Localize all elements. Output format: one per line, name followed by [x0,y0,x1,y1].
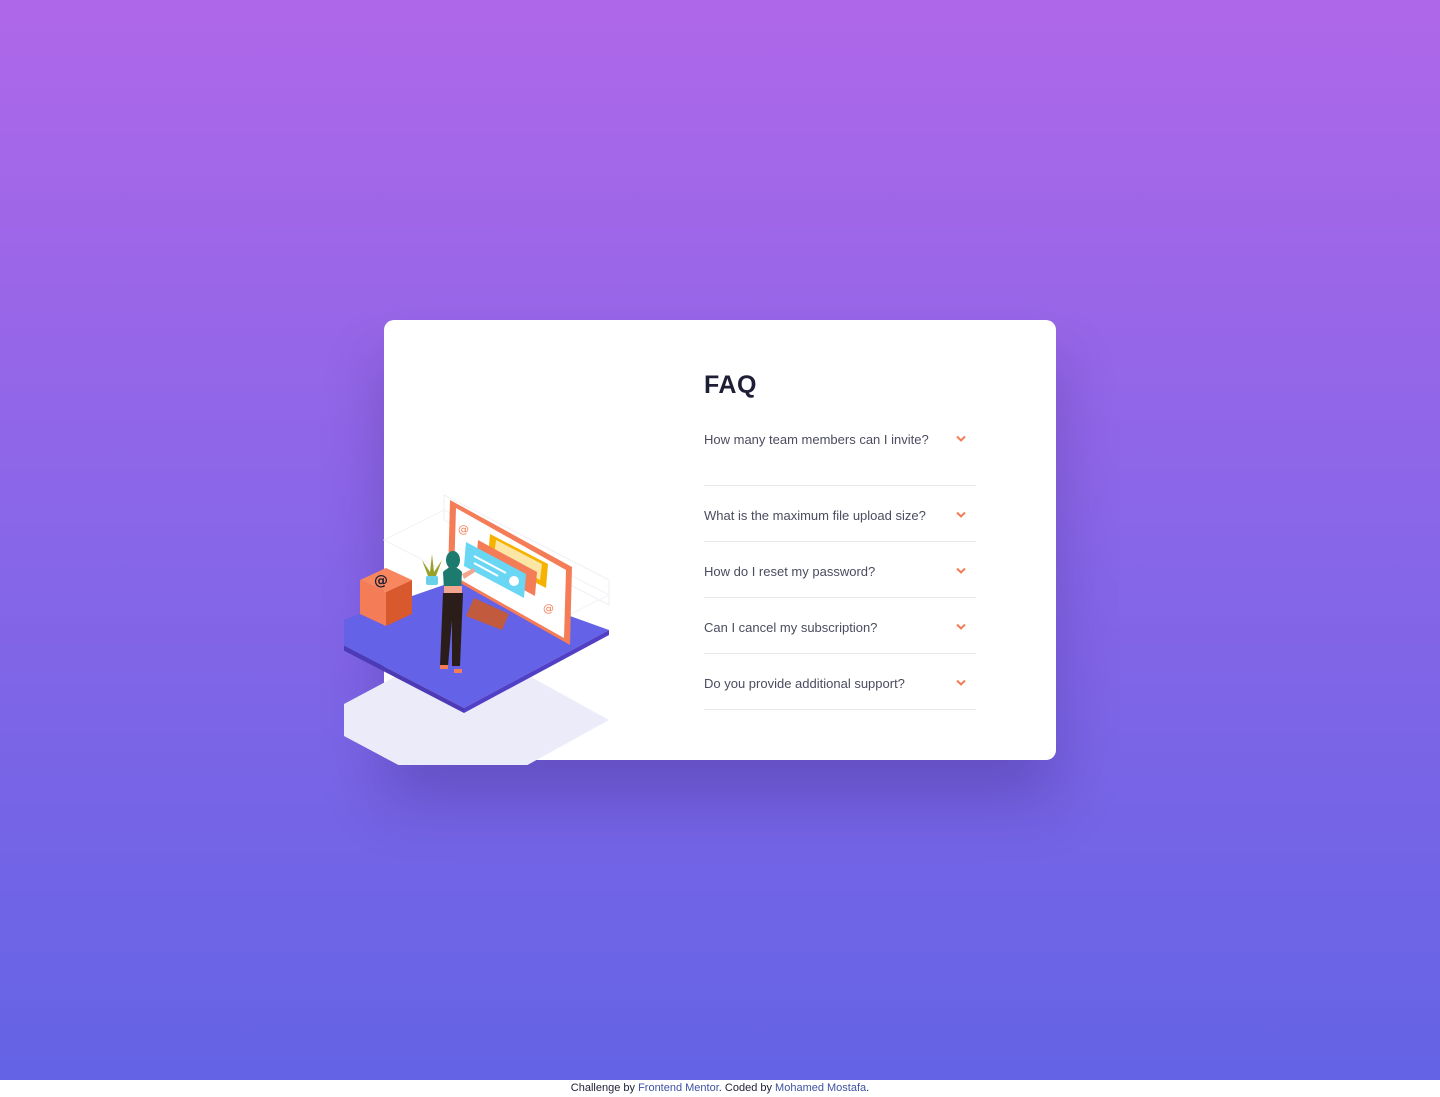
footer-middle: . Coded by [718,1082,772,1094]
faq-item[interactable]: How many team members can I invite? [704,430,976,486]
faq-question: How many team members can I invite? [704,432,929,447]
footer-prefix: Challenge by [570,1082,635,1094]
faq-item[interactable]: Do you provide additional support? [704,654,976,710]
footer-suffix: . [866,1082,870,1094]
at-sign-icon: @ [543,602,554,615]
chevron-down-icon [956,567,966,574]
faq-item[interactable]: Can I cancel my subscription? [704,598,976,654]
chevron-down-icon [956,623,966,630]
faq-list: How many team members can I invite? What… [704,430,976,710]
woman-at-computer-illustration: @ @ @ [344,494,611,765]
chevron-down-icon [956,679,966,686]
faq-question: Can I cancel my subscription? [704,620,878,635]
faq-question: How do I reset my password? [704,564,876,579]
at-sign-icon: @ [374,573,388,589]
faq-question: Do you provide additional support? [704,676,905,691]
attribution-footer: Challenge by Frontend Mentor. Coded by M… [0,1080,1440,1097]
faq-title: FAQ [704,371,757,399]
frontend-mentor-link[interactable]: Frontend Mentor [638,1082,719,1094]
author-link[interactable]: Mohamed Mostafa [775,1082,866,1094]
chevron-down-icon [956,511,966,518]
at-sign-icon: @ [458,523,469,536]
faq-item[interactable]: What is the maximum file upload size? [704,486,976,542]
faq-card: @ @ @ FAQ How many team members can I in… [344,320,1056,765]
chevron-down-icon [956,435,966,442]
faq-item[interactable]: How do I reset my password? [704,542,976,598]
faq-section: FAQ How many team members can I invite? … [704,365,976,710]
faq-question: What is the maximum file upload size? [704,508,926,523]
